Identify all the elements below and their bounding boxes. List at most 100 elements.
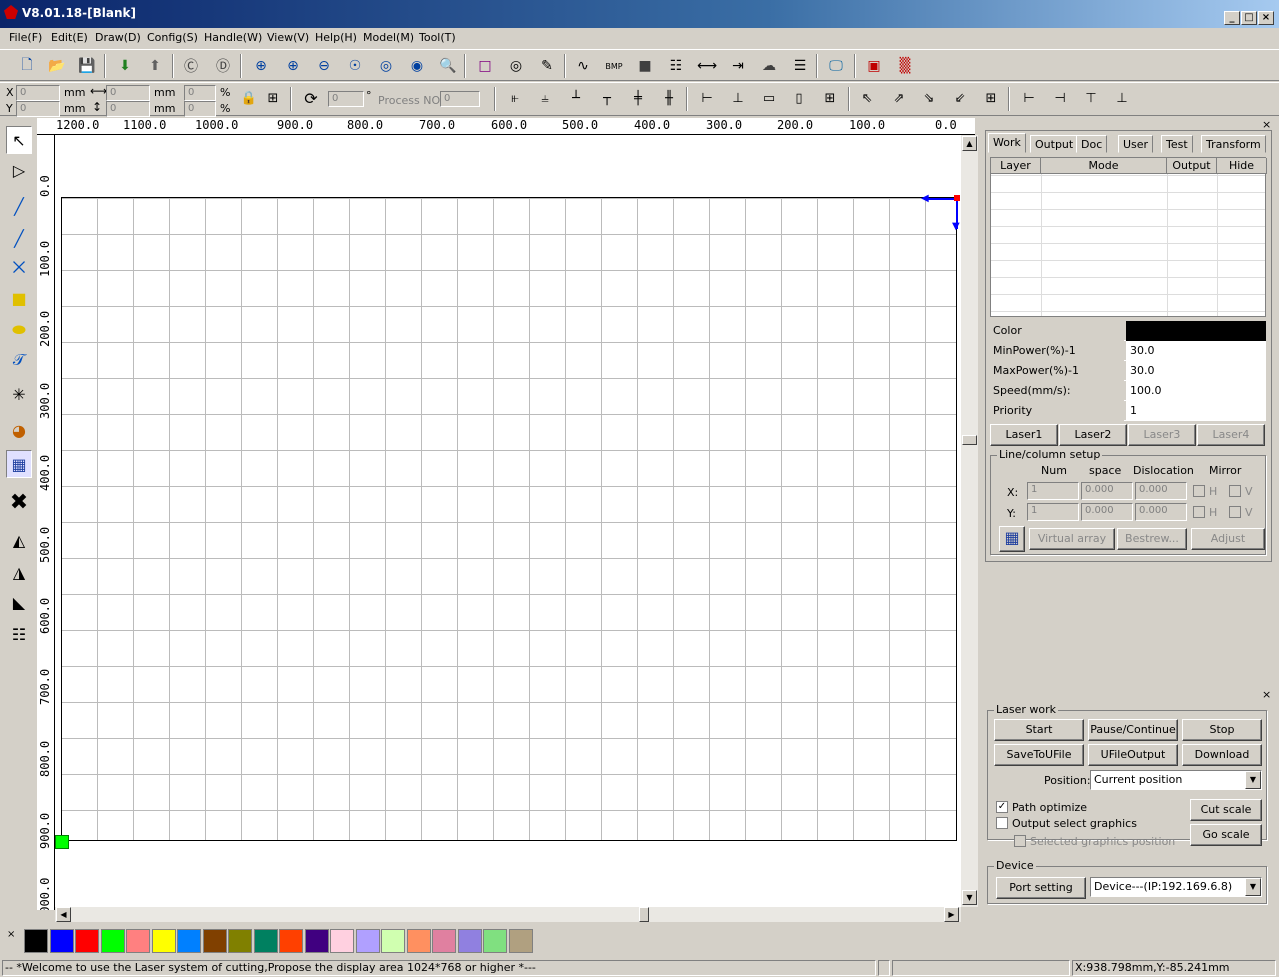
output-select-checkbox[interactable] [996, 817, 1008, 829]
menu-draw[interactable]: Draw(D) [95, 31, 141, 44]
color-swatch[interactable] [279, 929, 303, 953]
move-top-left-icon[interactable]: ⇖ [856, 87, 878, 109]
center-icon[interactable]: ⊞ [819, 87, 841, 109]
color-swatch[interactable] [202, 929, 227, 953]
menu-config[interactable]: Config(S) [147, 31, 198, 44]
fit-width-icon[interactable]: ⇥ [725, 53, 751, 79]
move-center-icon[interactable]: ⊞ [980, 87, 1002, 109]
bitmap-icon[interactable]: ◕ [6, 416, 32, 444]
align-center-v-icon[interactable]: ╫ [658, 87, 680, 109]
color-swatch[interactable] [126, 929, 150, 953]
tab-test[interactable]: Test [1161, 135, 1193, 153]
color-swatch[interactable] [253, 929, 278, 953]
move-bottom-left-icon[interactable]: ⇙ [949, 87, 971, 109]
drawing-canvas[interactable]: ◀ ▼ [55, 135, 961, 907]
export-icon[interactable]: ⬆ [142, 53, 168, 79]
same-width-icon[interactable]: ⊢ [696, 87, 718, 109]
layer-color-swatch[interactable] [1126, 321, 1266, 341]
rotate-icon[interactable]: ⟳ [300, 87, 322, 109]
scroll-up-icon[interactable]: ▲ [962, 136, 977, 151]
menu-view[interactable]: View(V) [267, 31, 309, 44]
y-space-input[interactable]: 0.000 [1081, 503, 1133, 521]
layer-table[interactable]: Layer Mode Output Hide [990, 157, 1267, 317]
stop-button[interactable]: Stop [1182, 719, 1262, 741]
hscroll-thumb[interactable] [639, 907, 649, 922]
go-scale-button[interactable]: Go scale [1190, 824, 1262, 846]
square-icon[interactable]: ■ [632, 53, 658, 79]
minimize-button[interactable]: _ [1224, 11, 1240, 25]
align-left-icon[interactable]: ⫦ [504, 87, 526, 109]
cut-scale-button[interactable]: Cut scale [1190, 799, 1262, 821]
zoom-fit-icon[interactable]: ☉ [342, 53, 368, 79]
color-swatch[interactable] [228, 929, 252, 953]
laser4-button[interactable]: Laser4 [1197, 424, 1265, 446]
y-num-input[interactable]: 1 [1027, 503, 1079, 521]
rotate-input[interactable]: 0 [328, 91, 364, 107]
color-swatch[interactable] [151, 929, 176, 953]
color-swatch[interactable] [100, 929, 125, 953]
lock-icon[interactable]: 🔒 [238, 87, 260, 109]
ufile-output-button[interactable]: UFileOutput [1088, 744, 1178, 766]
menu-help[interactable]: Help(H) [315, 31, 357, 44]
tab-user[interactable]: User [1118, 135, 1154, 153]
y-mirror-h-checkbox[interactable] [1193, 506, 1205, 518]
same-size-icon[interactable]: ▭ [758, 87, 780, 109]
width-pct-input[interactable]: 0 [184, 85, 216, 101]
work-area[interactable] [61, 197, 957, 841]
menu-model[interactable]: Model(M) [363, 31, 414, 44]
delete-icon[interactable]: ✖ [6, 488, 32, 516]
dist-top-icon[interactable]: ⊤ [1080, 87, 1102, 109]
dist-left-icon[interactable]: ⊢ [1018, 87, 1040, 109]
chevron-down-icon[interactable]: ▼ [1245, 878, 1261, 896]
color-swatch[interactable] [49, 929, 74, 953]
curve-icon[interactable]: ∿ [570, 53, 596, 79]
open-folder-icon[interactable]: 📂 [44, 53, 70, 79]
zoom-in-icon[interactable]: ⊕ [280, 53, 306, 79]
mirror-v-icon[interactable]: ◮ [6, 558, 32, 586]
priority-value[interactable]: 1 [1126, 401, 1266, 421]
zoom-page-icon[interactable]: 🔍 [435, 53, 461, 79]
tab-transform[interactable]: Transform [1201, 135, 1266, 153]
port-setting-button[interactable]: Port setting [996, 877, 1086, 899]
color-swatch[interactable] [457, 929, 482, 953]
tree-icon[interactable]: ☷ [663, 53, 689, 79]
minpower-value[interactable]: 30.0 [1126, 341, 1266, 361]
frame-red-icon[interactable]: ▣ [861, 53, 887, 79]
undo-icon[interactable]: Ⓒ [178, 53, 204, 79]
color-swatch[interactable] [330, 929, 354, 953]
color-swatch[interactable] [483, 929, 507, 953]
color-swatch[interactable] [355, 929, 380, 953]
grid-pos-icon[interactable]: ⊞ [262, 87, 284, 109]
save-icon[interactable]: 💾 [74, 53, 100, 79]
zoom-out-icon[interactable]: ⊖ [311, 53, 337, 79]
x-input[interactable]: 0 [16, 85, 60, 101]
menu-tool[interactable]: Tool(T) [419, 31, 456, 44]
height-pct-input[interactable]: 0 [184, 101, 216, 117]
bmp-icon[interactable]: BMP [601, 53, 627, 79]
monitor-icon[interactable]: 🖵 [823, 53, 849, 79]
redo-icon[interactable]: Ⓓ [210, 53, 236, 79]
import-icon[interactable]: ⬇ [112, 53, 138, 79]
y-input[interactable]: 0 [16, 101, 60, 117]
x-mirror-v-checkbox[interactable] [1229, 485, 1241, 497]
virtual-array-button[interactable]: Virtual array [1029, 528, 1115, 550]
move-bottom-right-icon[interactable]: ⇘ [918, 87, 940, 109]
x-mirror-h-checkbox[interactable] [1193, 485, 1205, 497]
menu-edit[interactable]: Edit(E) [51, 31, 88, 44]
scroll-thumb[interactable] [962, 435, 977, 445]
color-swatch[interactable] [304, 929, 329, 953]
download-button[interactable]: Download [1182, 744, 1262, 766]
menu-file[interactable]: File(F) [9, 31, 42, 44]
maxpower-value[interactable]: 30.0 [1126, 361, 1266, 381]
align-right-icon[interactable]: ⫨ [534, 87, 556, 109]
y-mirror-v-checkbox[interactable] [1229, 506, 1241, 518]
align-center-h-icon[interactable]: ╪ [627, 87, 649, 109]
width-input[interactable]: 0 [106, 85, 150, 101]
list-icon[interactable]: ☰ [787, 53, 813, 79]
dist-right-icon[interactable]: ⊣ [1049, 87, 1071, 109]
cut-icon[interactable]: ◣ [6, 588, 32, 616]
rectangle-icon[interactable]: ■ [6, 284, 32, 312]
point-icon[interactable]: ✳ [6, 380, 32, 408]
horizontal-scrollbar[interactable]: ◀ ▶ [55, 907, 961, 922]
palette-close-icon[interactable]: × [7, 929, 15, 940]
